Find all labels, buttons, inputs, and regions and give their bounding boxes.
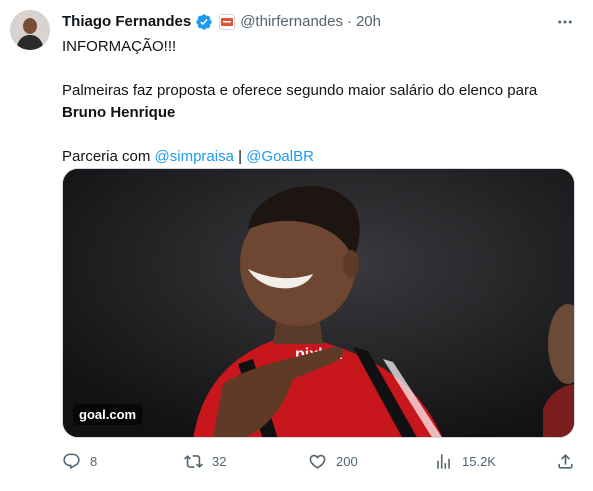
affiliate-badge-icon[interactable]	[219, 14, 236, 30]
heart-icon	[309, 454, 326, 469]
tweet-text: INFORMAÇÃO!!! Palmeiras faz proposta e o…	[62, 36, 562, 168]
header-separator: ·	[346, 13, 352, 30]
display-name[interactable]: Thiago Fernandes	[62, 12, 191, 32]
retweet-count: 32	[212, 453, 227, 469]
views-button[interactable]: 15.2K	[434, 450, 496, 472]
retweet-button[interactable]: 32	[184, 450, 226, 472]
verified-badge-icon[interactable]	[195, 13, 213, 31]
reply-icon	[63, 453, 80, 469]
mention-simpraisa[interactable]: @simpraisa	[155, 148, 234, 165]
retweet-icon	[184, 454, 203, 468]
like-button[interactable]: 200	[308, 450, 358, 472]
tweet-line-1: INFORMAÇÃO!!!	[62, 38, 177, 55]
reply-count: 8	[90, 453, 98, 469]
tweet-actions: 8 32 200 15.2K	[62, 450, 575, 472]
more-dots-icon	[558, 20, 572, 24]
tweet-image[interactable]: pixbet goal.com	[62, 168, 575, 438]
tweet-header: Thiago Fernandes @thirfernandes · 20h	[62, 12, 381, 32]
like-count: 200	[336, 453, 358, 469]
image-watermark: goal.com	[73, 404, 143, 425]
views-count: 15.2K	[462, 453, 496, 469]
tweet-line-2: Palmeiras faz proposta e oferece segundo…	[62, 82, 538, 99]
more-options-button[interactable]	[555, 12, 575, 32]
partnership-prefix: Parceria com	[62, 148, 155, 165]
timestamp[interactable]: 20h	[356, 12, 381, 32]
handle[interactable]: @thirfernandes	[240, 12, 343, 32]
tweet-line-3: Bruno Henrique	[62, 104, 176, 121]
avatar[interactable]	[10, 10, 50, 50]
tweet[interactable]: Thiago Fernandes @thirfernandes · 20h IN…	[0, 0, 593, 491]
mention-separator: |	[233, 148, 247, 165]
share-icon	[558, 453, 573, 469]
tweet-line-4: Parceria com @simpraisa | @GoalBR	[62, 146, 562, 168]
share-button[interactable]	[556, 450, 575, 472]
views-chart-icon	[437, 453, 450, 469]
reply-button[interactable]: 8	[62, 450, 97, 472]
mention-goalbr[interactable]: @GoalBR	[246, 148, 314, 165]
